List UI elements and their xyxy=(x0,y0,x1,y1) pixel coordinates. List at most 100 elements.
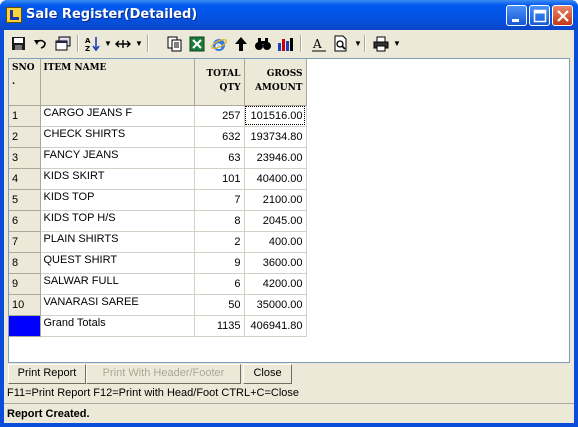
amount-cell[interactable]: 400.00 xyxy=(244,231,307,253)
chart-icon[interactable] xyxy=(276,35,294,53)
amount-cell[interactable]: 4200.00 xyxy=(244,273,307,295)
toolbar: AZ ▼ ▼ e A ▼ ▼ xyxy=(4,30,574,57)
status-bar: Report Created. xyxy=(4,403,574,423)
print-preview-dropdown-arrow[interactable]: ▼ xyxy=(354,39,362,48)
qty-cell[interactable]: 9 xyxy=(194,252,245,274)
amount-cell[interactable]: 193734.80 xyxy=(244,126,307,148)
grand-totals-label: Grand Totals xyxy=(40,315,195,337)
window-title: Sale Register(Detailed) xyxy=(26,7,198,22)
copy-window-icon[interactable] xyxy=(54,35,72,53)
amount-cell[interactable]: 40400.00 xyxy=(244,168,307,190)
application-window: Sale Register(Detailed) AZ ▼ ▼ e A ▼ ▼ S… xyxy=(0,0,578,427)
table-row[interactable]: 3 FANCY JEANS 63 23946.00 xyxy=(9,147,307,169)
printer-dropdown-arrow[interactable]: ▼ xyxy=(393,39,401,48)
close-window-button[interactable] xyxy=(552,5,573,26)
table-row[interactable]: 7 PLAIN SHIRTS 2 400.00 xyxy=(9,231,307,253)
minimize-icon xyxy=(512,19,519,22)
amount-cell[interactable]: 2045.00 xyxy=(244,210,307,232)
column-header-sno[interactable]: SNO. xyxy=(9,59,41,106)
item-name-cell[interactable]: QUEST SHIRT xyxy=(40,252,195,274)
report-grid[interactable]: SNO. ITEM NAME TOTAL QTY GROSS AMOUNT 1 CAR… xyxy=(8,58,570,363)
row-number: 5 xyxy=(9,189,41,211)
copy-icon[interactable] xyxy=(166,35,184,53)
amount-cell[interactable]: 23946.00 xyxy=(244,147,307,169)
item-name-cell[interactable]: PLAIN SHIRTS xyxy=(40,231,195,253)
maximize-button[interactable] xyxy=(529,5,550,26)
qty-cell[interactable]: 50 xyxy=(194,294,245,316)
item-name-cell[interactable]: SALWAR FULL xyxy=(40,273,195,295)
row-number: 6 xyxy=(9,210,41,232)
status-text: Report Created. xyxy=(7,408,90,420)
title-bar[interactable]: Sale Register(Detailed) xyxy=(0,0,578,30)
totals-marker xyxy=(9,315,41,337)
svg-text:A: A xyxy=(85,37,91,45)
window-client-area: AZ ▼ ▼ e A ▼ ▼ SNO . ITEM NAME TOTAL QTY… xyxy=(4,30,574,423)
column-header-item-name[interactable]: ITEM NAME xyxy=(40,59,195,106)
row-number: 2 xyxy=(9,126,41,148)
table-row[interactable]: 2 CHECK SHIRTS 632 193734.80 xyxy=(9,126,307,148)
sort-dropdown-arrow[interactable]: ▼ xyxy=(104,39,112,48)
column-header-total-qty[interactable]: TOTAL QTY xyxy=(194,59,245,106)
app-icon[interactable] xyxy=(6,7,22,23)
excel-icon[interactable] xyxy=(188,35,206,53)
column-width-dropdown-arrow[interactable]: ▼ xyxy=(135,39,143,48)
qty-cell[interactable]: 101 xyxy=(194,168,245,190)
sort-az-icon[interactable]: AZ xyxy=(84,35,102,53)
total-amount-value: 406941.80 xyxy=(244,315,307,337)
row-number: 10 xyxy=(9,294,41,316)
grand-totals-row[interactable]: Grand Totals 1135 406941.80 xyxy=(9,315,307,337)
toolbar-separator xyxy=(300,35,302,52)
button-bar: Print Report Print With Header/Footer Cl… xyxy=(8,363,570,384)
qty-cell[interactable]: 6 xyxy=(194,273,245,295)
row-number: 8 xyxy=(9,252,41,274)
qty-cell[interactable]: 63 xyxy=(194,147,245,169)
qty-cell[interactable]: 8 xyxy=(194,210,245,232)
print-with-header-footer-button[interactable]: Print With Header/Footer xyxy=(86,364,241,384)
table-row[interactable]: 9 SALWAR FULL 6 4200.00 xyxy=(9,273,307,295)
qty-cell[interactable]: 7 xyxy=(194,189,245,211)
item-name-cell[interactable]: CHECK SHIRTS xyxy=(40,126,195,148)
find-icon[interactable] xyxy=(254,35,272,53)
amount-cell[interactable]: 35000.00 xyxy=(244,294,307,316)
qty-cell[interactable]: 257 xyxy=(194,105,245,127)
table-row[interactable]: 1 CARGO JEANS F 257 101516.00 xyxy=(9,105,307,127)
row-number: 3 xyxy=(9,147,41,169)
up-arrow-icon[interactable] xyxy=(232,35,250,53)
amount-cell[interactable]: 2100.00 xyxy=(244,189,307,211)
item-name-cell[interactable]: CARGO JEANS F xyxy=(40,105,195,127)
item-name-cell[interactable]: KIDS TOP xyxy=(40,189,195,211)
undo-icon[interactable] xyxy=(32,35,50,53)
row-number: 1 xyxy=(9,105,41,127)
qty-cell[interactable]: 2 xyxy=(194,231,245,253)
qty-cell[interactable]: 632 xyxy=(194,126,245,148)
item-name-cell[interactable]: KIDS TOP H/S xyxy=(40,210,195,232)
font-icon[interactable]: A xyxy=(310,35,328,53)
table-row[interactable]: 5 KIDS TOP 7 2100.00 xyxy=(9,189,307,211)
internet-explorer-icon[interactable]: e xyxy=(210,35,228,53)
maximize-icon xyxy=(533,9,547,23)
total-qty-value: 1135 xyxy=(194,315,245,337)
sale-register-table: SNO. ITEM NAME TOTAL QTY GROSS AMOUNT 1 CAR… xyxy=(9,59,307,337)
table-row[interactable]: 4 KIDS SKIRT 101 40400.00 xyxy=(9,168,307,190)
item-name-cell[interactable]: FANCY JEANS xyxy=(40,147,195,169)
table-row[interactable]: 6 KIDS TOP H/S 8 2045.00 xyxy=(9,210,307,232)
table-row[interactable]: 8 QUEST SHIRT 9 3600.00 xyxy=(9,252,307,274)
minimize-button[interactable] xyxy=(506,5,527,26)
save-icon[interactable] xyxy=(10,35,28,53)
table-row[interactable]: 10 VANARASI SAREE 50 35000.00 xyxy=(9,294,307,316)
item-name-cell[interactable]: VANARASI SAREE xyxy=(40,294,195,316)
print-preview-icon[interactable] xyxy=(332,35,350,53)
amount-cell[interactable]: 3600.00 xyxy=(244,252,307,274)
shortcut-hint: F11=Print Report F12=Print with Head/Foo… xyxy=(7,387,300,399)
row-number: 4 xyxy=(9,168,41,190)
column-header-gross-amount[interactable]: GROSS AMOUNT xyxy=(244,59,307,106)
row-number: 7 xyxy=(9,231,41,253)
svg-text:Z: Z xyxy=(85,45,90,53)
printer-icon[interactable] xyxy=(372,35,390,53)
item-name-cell[interactable]: KIDS SKIRT xyxy=(40,168,195,190)
print-report-button[interactable]: Print Report xyxy=(8,364,86,384)
close-button[interactable]: Close xyxy=(243,364,292,384)
amount-cell[interactable]: 101516.00 xyxy=(244,105,307,127)
toolbar-separator xyxy=(77,35,79,52)
column-width-icon[interactable] xyxy=(114,35,132,53)
